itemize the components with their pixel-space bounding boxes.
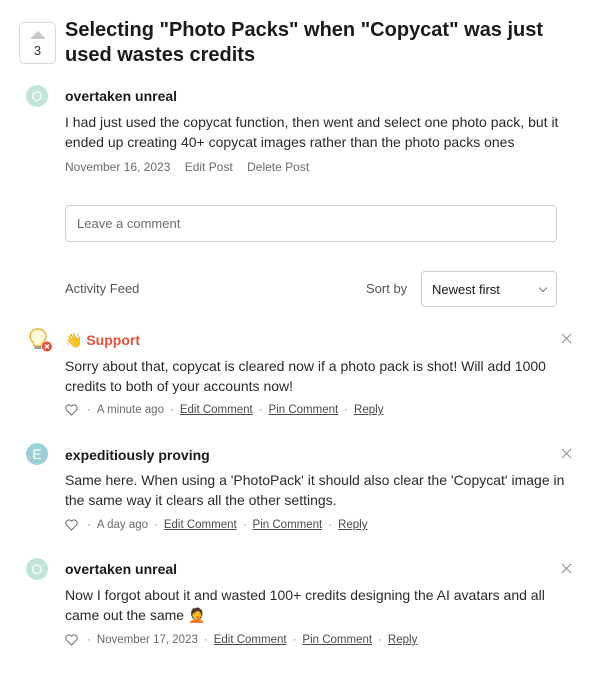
edit-comment-link[interactable]: Edit Comment — [214, 634, 287, 646]
post-meta: November 16, 2023 Edit Post Delete Post — [65, 160, 320, 174]
post-author: overtaken unreal — [65, 88, 178, 104]
reply-link[interactable]: Reply — [354, 404, 383, 416]
sort-label: Sort by — [366, 281, 408, 296]
close-icon[interactable] — [560, 332, 574, 346]
comment-time: A day ago — [96, 519, 148, 531]
lightbulb-icon — [29, 328, 52, 352]
close-icon[interactable] — [560, 562, 574, 576]
sort-value: Newest first — [432, 281, 500, 297]
post-title: Selecting "Photo Packs" when "Copycat" w… — [65, 19, 544, 66]
pin-comment-link[interactable]: Pin Comment — [302, 634, 372, 646]
comment-actions: · November 17, 2023 · Edit Comment · Pin… — [65, 634, 417, 646]
pin-comment-link[interactable]: Pin Comment — [269, 404, 339, 416]
comment-actions: · A day ago · Edit Comment · Pin Comment… — [65, 519, 367, 531]
comment-time: A minute ago — [96, 404, 164, 416]
heart-icon[interactable] — [65, 634, 78, 646]
comment-body: Same here. When using a 'PhotoPack' it s… — [65, 472, 565, 508]
edit-post-link[interactable]: Edit Post — [185, 160, 233, 174]
upvote-button[interactable]: 3 — [19, 22, 56, 64]
sort-dropdown[interactable]: Newest first — [421, 271, 557, 307]
edit-comment-link[interactable]: Edit Comment — [180, 404, 253, 416]
reply-link[interactable]: Reply — [388, 634, 417, 646]
post-date: November 16, 2023 — [65, 160, 171, 174]
vote-count: 3 — [33, 43, 42, 58]
heart-icon[interactable] — [65, 519, 78, 531]
comment-body: Now I forgot about it and wasted 100+ cr… — [65, 587, 545, 623]
heart-icon[interactable] — [65, 404, 78, 416]
reply-link[interactable]: Reply — [338, 519, 367, 531]
avatar: O — [26, 85, 48, 107]
comment-author: expeditiously proving — [65, 447, 210, 463]
post-body: I had just used the copycat function, th… — [65, 114, 559, 150]
avatar: E — [26, 443, 48, 465]
chevron-down-icon — [538, 283, 548, 292]
comment-author: 👋 Support — [65, 332, 140, 348]
close-icon[interactable] — [560, 447, 574, 461]
pin-comment-link[interactable]: Pin Comment — [253, 519, 323, 531]
activity-feed-title: Activity Feed — [65, 281, 140, 296]
comment-author: overtaken unreal — [65, 561, 178, 577]
upvote-arrow-icon — [29, 31, 46, 39]
comment-time: November 17, 2023 — [96, 634, 198, 646]
comment-input[interactable] — [65, 205, 557, 242]
avatar: O — [26, 558, 48, 580]
comment-body: Sorry about that, copycat is cleared now… — [65, 358, 546, 394]
comment-actions: · A minute ago · Edit Comment · Pin Comm… — [65, 404, 383, 416]
edit-comment-link[interactable]: Edit Comment — [164, 519, 237, 531]
delete-post-link[interactable]: Delete Post — [247, 160, 309, 174]
